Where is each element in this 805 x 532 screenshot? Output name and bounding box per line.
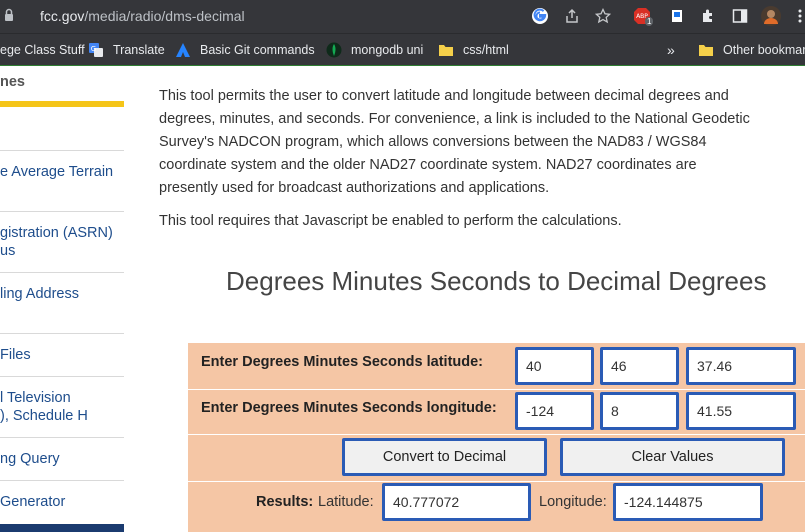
latitude-result-field[interactable]: 40.777072: [382, 483, 531, 521]
sidebar-item-label: e Average Terrain: [0, 164, 114, 180]
sidebar-highlight-bar: [0, 101, 124, 107]
bookmark-translate[interactable]: G Translate: [88, 40, 165, 60]
intro-paragraph: This tool permits the user to convert la…: [159, 88, 750, 196]
url-path: /media/radio/dms-decimal: [84, 8, 245, 24]
sidebar-title: nes: [0, 74, 25, 90]
mongodb-icon: [326, 42, 342, 58]
convert-to-decimal-button[interactable]: Convert to Decimal: [342, 438, 547, 476]
folder-icon: [439, 45, 453, 56]
sidebar-item-asrn[interactable]: gistration (ASRN) us: [0, 224, 124, 260]
sidebar-divider: [0, 437, 124, 438]
profile-avatar[interactable]: [761, 6, 781, 26]
sidebar-item-label: l Television: [0, 390, 71, 406]
sidebar-item-label: us: [0, 243, 16, 259]
url-host: fcc.gov: [40, 8, 85, 24]
more-bookmarks-chevron-icon[interactable]: »: [667, 40, 675, 60]
sidebar-item-mailing-address[interactable]: ling Address: [0, 285, 124, 303]
sidebar-divider: [0, 150, 124, 151]
sidebar-active-bar: [0, 524, 124, 532]
bookmark-label: mongodb uni: [351, 43, 424, 57]
bookmark-basic-git-commands[interactable]: Basic Git commands: [175, 40, 315, 60]
svg-text:G: G: [91, 45, 96, 53]
browser-address-bar: fcc.gov/media/radio/dms-decimal ABP 1: [0, 0, 805, 33]
url-field[interactable]: fcc.gov/media/radio/dms-decimal: [40, 8, 245, 24]
longitude-seconds-input[interactable]: 41.55: [686, 392, 796, 430]
longitude-result-field[interactable]: -124.144875: [613, 483, 763, 521]
bookmark-css-html[interactable]: css/html: [438, 40, 509, 60]
longitude-minutes-input[interactable]: 8: [600, 392, 679, 430]
sidebar-item-label: gistration (ASRN): [0, 225, 113, 241]
bookmark-mongodb-uni[interactable]: mongodb uni: [326, 40, 423, 60]
bookmark-label: Basic Git commands: [200, 43, 315, 57]
extension-icon[interactable]: [667, 6, 687, 26]
page-heading: Degrees Minutes Seconds to Decimal Degre…: [226, 266, 767, 296]
longitude-degrees-input[interactable]: -124: [515, 392, 594, 430]
sidebar-item-television-schedule-h[interactable]: l Television ), Schedule H: [0, 389, 124, 425]
form-row-divider: [188, 434, 805, 435]
bookmark-label: ege Class Stuff: [0, 43, 85, 57]
side-panel-icon[interactable]: [730, 6, 750, 26]
bookmark-label: Translate: [113, 43, 165, 57]
sidebar-item-label: ), Schedule H: [0, 408, 88, 424]
sidebar-item-label: ling Address: [0, 286, 79, 302]
share-icon[interactable]: [562, 6, 582, 26]
bookmark-label: css/html: [463, 43, 509, 57]
sidebar-item-label: Files: [0, 347, 31, 363]
sidebar-divider: [0, 272, 124, 273]
latitude-minutes-input[interactable]: 46: [600, 347, 679, 385]
bookmark-label: Other bookmar: [723, 43, 805, 57]
sidebar-item-average-terrain[interactable]: e Average Terrain: [0, 163, 124, 181]
results-label: Results:: [256, 494, 314, 510]
sidebar-divider: [0, 333, 124, 334]
form-row-divider: [188, 389, 805, 390]
extensions-puzzle-icon[interactable]: [698, 6, 718, 26]
clear-values-button[interactable]: Clear Values: [560, 438, 785, 476]
sidebar-item-query[interactable]: ng Query: [0, 450, 124, 468]
sidebar-item-files[interactable]: Files: [0, 346, 124, 364]
menu-kebab-icon[interactable]: [790, 6, 805, 26]
latitude-result-label: Latitude:: [318, 494, 374, 510]
atlassian-icon: [176, 43, 190, 57]
longitude-result-label: Longitude:: [539, 494, 607, 510]
google-icon[interactable]: [530, 6, 550, 26]
latitude-degrees-input[interactable]: 40: [515, 347, 594, 385]
bookmark-college-class-stuff[interactable]: ege Class Stuff: [0, 40, 85, 60]
translate-icon: G: [89, 43, 103, 57]
sidebar-divider: [0, 211, 124, 212]
sidebar-item-label: Generator: [0, 494, 66, 510]
sidebar-item-label: ng Query: [0, 451, 60, 467]
bookmarks-bar: ege Class Stuff G Translate Basic Git co…: [0, 33, 805, 65]
sidebar-divider: [0, 480, 124, 481]
folder-icon: [699, 45, 713, 56]
lock-icon[interactable]: [4, 8, 14, 22]
longitude-dms-label: Enter Degrees Minutes Seconds longitude:: [201, 400, 497, 416]
bookmark-star-icon[interactable]: [593, 6, 613, 26]
bookmark-other-bookmarks[interactable]: Other bookmar: [698, 40, 805, 60]
javascript-note: This tool requires that Javascript be en…: [159, 213, 622, 229]
sidebar-divider: [0, 376, 124, 377]
latitude-seconds-input[interactable]: 37.46: [686, 347, 796, 385]
adblock-extension-icon[interactable]: ABP 1: [633, 6, 654, 26]
latitude-dms-label: Enter Degrees Minutes Seconds latitude:: [201, 354, 484, 370]
form-row-divider: [188, 481, 805, 482]
sidebar-item-generator[interactable]: Generator: [0, 493, 124, 511]
